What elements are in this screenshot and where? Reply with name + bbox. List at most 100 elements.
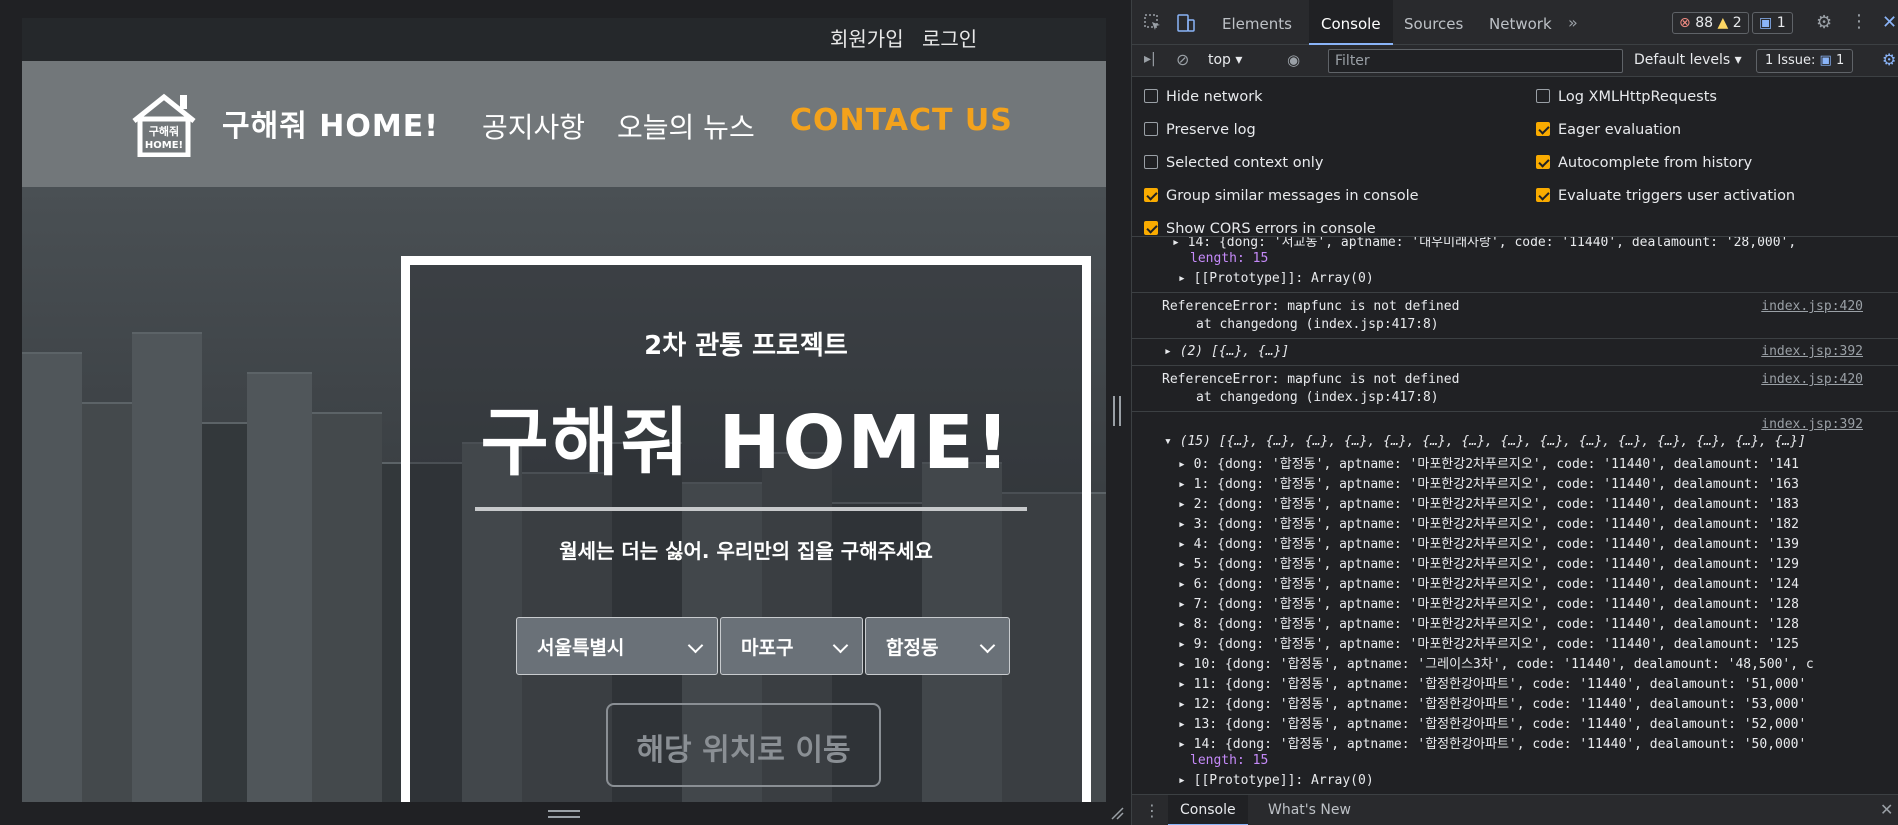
clear-console-icon[interactable]: ⊘	[1176, 50, 1189, 69]
error-warning-counter[interactable]: ⊗ 88 ▲ 2	[1672, 12, 1749, 34]
array-item-row[interactable]: ▸ 0: {dong: '합정동', aptname: '마포한강2차푸르지오'…	[1178, 453, 1889, 472]
prototype-row[interactable]: ▸ [[Prototype]]: Array(0)	[1178, 773, 1374, 788]
drawer-menu-icon[interactable]: ⋮	[1144, 801, 1160, 820]
devtools-panel: Elements Console Sources Network » ⊗ 88 …	[1131, 0, 1898, 825]
console-settings-pane: Hide network Log XMLHttpRequests Preserv…	[1132, 77, 1898, 237]
autocomplete-history-checkbox[interactable]: Autocomplete from history	[1536, 155, 1752, 171]
checkbox-box	[1536, 89, 1550, 103]
array-log-row[interactable]: ▸ (2) [{…}, {…}]	[1164, 344, 1289, 359]
close-icon[interactable]: ✕	[1882, 12, 1897, 33]
device-toolbar-icon[interactable]	[1176, 13, 1196, 33]
checkbox-checked	[1144, 188, 1158, 202]
filter-input[interactable]: Filter	[1328, 49, 1623, 73]
vertical-resize-handle[interactable]	[1113, 396, 1121, 426]
tab-sources[interactable]: Sources	[1392, 0, 1475, 45]
array-item-row[interactable]: ▸ 10: {dong: '합정동', aptname: '그레이스3차', c…	[1178, 653, 1889, 672]
nav-contact[interactable]: CONTACT US	[790, 103, 1013, 138]
signup-link[interactable]: 회원가입	[830, 23, 904, 52]
tab-network[interactable]: Network	[1477, 0, 1564, 45]
selected-context-checkbox[interactable]: Selected context only	[1144, 155, 1323, 171]
array-item-row[interactable]: ▸ 13: {dong: '합정동', aptname: '합정한강아파트', …	[1178, 713, 1889, 732]
drawer-tab-whats-new[interactable]: What's New	[1256, 795, 1363, 825]
sidebar-toggle-icon[interactable]: ▸|	[1144, 51, 1156, 67]
cors-errors-checkbox[interactable]: Show CORS errors in console	[1144, 221, 1376, 237]
error-message: ReferenceError: mapfunc is not defined	[1162, 372, 1460, 387]
issues-button[interactable]: 1 Issue: ▣ 1	[1756, 49, 1854, 73]
nav-notice[interactable]: 공지사항	[482, 106, 585, 146]
svg-text:구해줘: 구해줘	[149, 124, 179, 138]
array-item-row[interactable]: ▸ 3: {dong: '합정동', aptname: '마포한강2차푸르지오'…	[1178, 513, 1889, 532]
resize-grip-icon[interactable]	[1110, 806, 1124, 820]
login-link[interactable]: 로그인	[922, 23, 977, 52]
gear-icon[interactable]: ⚙	[1816, 12, 1832, 33]
resize-handle[interactable]	[548, 810, 580, 818]
log-levels-select[interactable]: Default levels ▾	[1634, 52, 1742, 68]
building-image	[312, 412, 382, 802]
array-item-row[interactable]: ▸ 6: {dong: '합정동', aptname: '마포한강2차푸르지오'…	[1178, 573, 1889, 592]
issues-count: 1	[1835, 53, 1845, 68]
dong-select-value: 합정동	[886, 637, 939, 659]
checkbox-checked	[1536, 155, 1550, 169]
source-link[interactable]: index.jsp:420	[1761, 299, 1863, 314]
prototype-row[interactable]: ▸ [[Prototype]]: Array(0)	[1178, 271, 1374, 286]
tab-elements[interactable]: Elements	[1210, 0, 1304, 45]
brand-name[interactable]: 구해줘 HOME!	[222, 101, 439, 145]
hide-network-checkbox[interactable]: Hide network	[1144, 89, 1263, 105]
nav-news[interactable]: 오늘의 뉴스	[617, 106, 755, 146]
error-stack[interactable]: at changedong (index.jsp:417:8)	[1196, 317, 1439, 332]
log-xhr-checkbox[interactable]: Log XMLHttpRequests	[1536, 89, 1717, 105]
source-link[interactable]: index.jsp:392	[1761, 344, 1863, 359]
home-logo-icon[interactable]: 구해줘 HOME!	[130, 91, 198, 157]
source-link[interactable]: index.jsp:420	[1761, 372, 1863, 387]
issue-icon: ▣	[1819, 53, 1832, 68]
array-item-row[interactable]: ▸ 14: {dong: '합정동', aptname: '합정한강아파트', …	[1178, 733, 1889, 752]
selected-context-label: Selected context only	[1166, 155, 1324, 171]
autocomplete-history-label: Autocomplete from history	[1558, 155, 1753, 171]
checkbox-box	[1144, 122, 1158, 136]
hero-title: 구해줘 HOME!	[480, 400, 1012, 486]
console-settings-gear-icon[interactable]: ⚙	[1882, 50, 1896, 69]
devtools-tabbar: Elements Console Sources Network » ⊗ 88 …	[1132, 0, 1898, 45]
console-partial-row[interactable]: ▸ 14: {dong: '서교동', aptname: '대우미래사랑', c…	[1172, 237, 1796, 250]
live-expression-eye-icon[interactable]: ◉	[1287, 51, 1300, 69]
evaluate-triggers-checkbox[interactable]: Evaluate triggers user activation	[1536, 188, 1795, 204]
error-stack[interactable]: at changedong (index.jsp:417:8)	[1196, 390, 1439, 405]
more-tabs-icon[interactable]: »	[1568, 13, 1578, 32]
array-item-row[interactable]: ▸ 2: {dong: '합정동', aptname: '마포한강2차푸르지오'…	[1178, 493, 1889, 512]
array-item-row[interactable]: ▸ 1: {dong: '합정동', aptname: '마포한강2차푸르지오'…	[1178, 473, 1889, 492]
dong-select[interactable]: 합정동	[865, 617, 1010, 675]
auth-bar: 회원가입 로그인	[22, 18, 1106, 61]
array-item-row[interactable]: ▸ 9: {dong: '합정동', aptname: '마포한강2차푸르지오'…	[1178, 633, 1889, 652]
inspect-element-icon[interactable]	[1144, 14, 1162, 32]
cors-errors-label: Show CORS errors in console	[1166, 221, 1376, 237]
city-select[interactable]: 서울특별시	[516, 617, 718, 675]
checkbox-checked	[1536, 188, 1550, 202]
eager-evaluation-checkbox[interactable]: Eager evaluation	[1536, 122, 1681, 138]
message-counter[interactable]: ▣ 1	[1752, 12, 1793, 34]
building-image	[202, 422, 247, 802]
group-similar-checkbox[interactable]: Group similar messages in console	[1144, 188, 1419, 204]
array-item-row[interactable]: ▸ 7: {dong: '합정동', aptname: '마포한강2차푸르지오'…	[1178, 593, 1889, 612]
array-item-row[interactable]: ▸ 11: {dong: '합정동', aptname: '합정한강아파트', …	[1178, 673, 1889, 692]
screen: 회원가입 로그인 구해줘 HOME! 구해줘 HOME! 공지사항 오늘의 뉴스…	[0, 0, 1898, 825]
array-item-row[interactable]: ▸ 4: {dong: '합정동', aptname: '마포한강2차푸르지오'…	[1178, 533, 1889, 552]
divider	[1132, 365, 1898, 366]
array-item-row[interactable]: ▸ 5: {dong: '합정동', aptname: '마포한강2차푸르지오'…	[1178, 553, 1889, 572]
tab-console[interactable]: Console	[1309, 0, 1393, 45]
building-image	[132, 332, 202, 802]
array-item-row[interactable]: ▸ 8: {dong: '합정동', aptname: '마포한강2차푸르지오'…	[1178, 613, 1889, 632]
gu-select-value: 마포구	[741, 637, 794, 659]
log-xhr-label: Log XMLHttpRequests	[1558, 89, 1717, 105]
close-drawer-icon[interactable]: ✕	[1880, 800, 1893, 819]
expanded-array-row[interactable]: ▾ (15) [{…}, {…}, {…}, {…}, {…}, {…}, {……	[1164, 434, 1884, 449]
context-select[interactable]: top ▾	[1208, 52, 1242, 68]
source-link[interactable]: index.jsp:392	[1761, 417, 1863, 432]
preserve-log-checkbox[interactable]: Preserve log	[1144, 122, 1256, 138]
go-to-location-button[interactable]: 해당 위치로 이동	[606, 703, 881, 787]
drawer-tab-console[interactable]: Console	[1168, 795, 1248, 825]
divider	[1132, 411, 1898, 412]
preserve-log-label: Preserve log	[1166, 122, 1256, 138]
kebab-menu-icon[interactable]: ⋮	[1850, 11, 1868, 32]
gu-select[interactable]: 마포구	[720, 617, 863, 675]
array-item-row[interactable]: ▸ 12: {dong: '합정동', aptname: '합정한강아파트', …	[1178, 693, 1889, 712]
